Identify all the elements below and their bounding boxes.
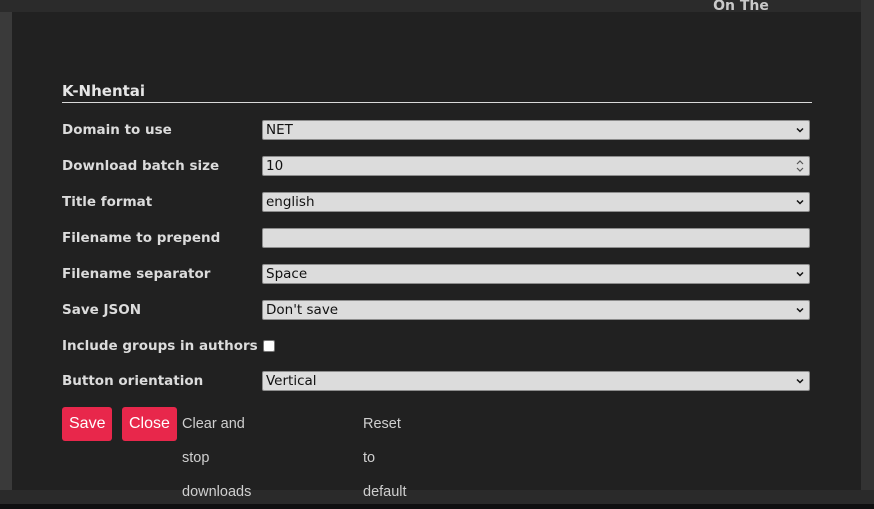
panel-title: K-Nhentai (62, 80, 812, 103)
filename-prepend-label: Filename to prepend (62, 230, 221, 246)
row-include-groups: Include groups in authors (62, 335, 812, 357)
chevron-down-icon (796, 378, 804, 384)
button-orientation-value: Vertical (266, 373, 317, 389)
domain-label: Domain to use (62, 122, 172, 138)
filename-separator-select[interactable]: Space (262, 264, 810, 284)
save-button[interactable]: Save (62, 407, 113, 441)
button-orientation-label: Button orientation (62, 373, 204, 389)
title-format-label: Title format (62, 194, 153, 210)
row-domain: Domain to use NET (62, 119, 812, 141)
background-thumbnail (0, 490, 874, 504)
chevron-down-icon (796, 307, 804, 313)
close-button[interactable]: Close (122, 407, 177, 441)
reset-default-button[interactable]: Reset to default (363, 407, 407, 500)
button-orientation-select[interactable]: Vertical (262, 371, 810, 391)
clear-stop-downloads-button[interactable]: Clear and stop downloads (182, 407, 251, 500)
settings-modal: K-Nhentai Domain to use NET Download bat… (12, 12, 861, 500)
chevron-down-icon (796, 271, 804, 277)
row-save-json: Save JSON Don't save (62, 299, 812, 321)
save-json-value: Don't save (266, 302, 339, 318)
background-thumbnail (0, 0, 12, 504)
title-format-select[interactable]: english (262, 192, 810, 212)
save-json-label: Save JSON (62, 302, 142, 318)
save-json-select[interactable]: Don't save (262, 300, 810, 320)
row-batch-size: Download batch size 10 (62, 155, 812, 177)
settings-panel: K-Nhentai Domain to use NET Download bat… (62, 80, 812, 391)
include-groups-label: Include groups in authors (62, 338, 258, 354)
row-title-format: Title format english (62, 191, 812, 213)
batch-size-input[interactable]: 10 (262, 156, 810, 176)
filename-separator-value: Space (266, 266, 308, 282)
spinner-icon[interactable] (793, 158, 807, 174)
chevron-down-icon (796, 199, 804, 205)
chevron-down-icon (796, 127, 804, 133)
domain-select-value: NET (266, 122, 293, 138)
row-button-orientation: Button orientation Vertical (62, 370, 812, 392)
row-filename-prepend: Filename to prepend (62, 227, 812, 249)
batch-size-label: Download batch size (62, 158, 220, 174)
filename-prepend-input[interactable] (262, 228, 810, 248)
background-thumbnail (861, 0, 874, 504)
include-groups-checkbox[interactable] (263, 340, 275, 352)
domain-select[interactable]: NET (262, 120, 810, 140)
filename-separator-label: Filename separator (62, 266, 211, 282)
title-format-value: english (266, 194, 315, 210)
batch-size-value: 10 (266, 158, 284, 174)
row-filename-separator: Filename separator Space (62, 263, 812, 285)
